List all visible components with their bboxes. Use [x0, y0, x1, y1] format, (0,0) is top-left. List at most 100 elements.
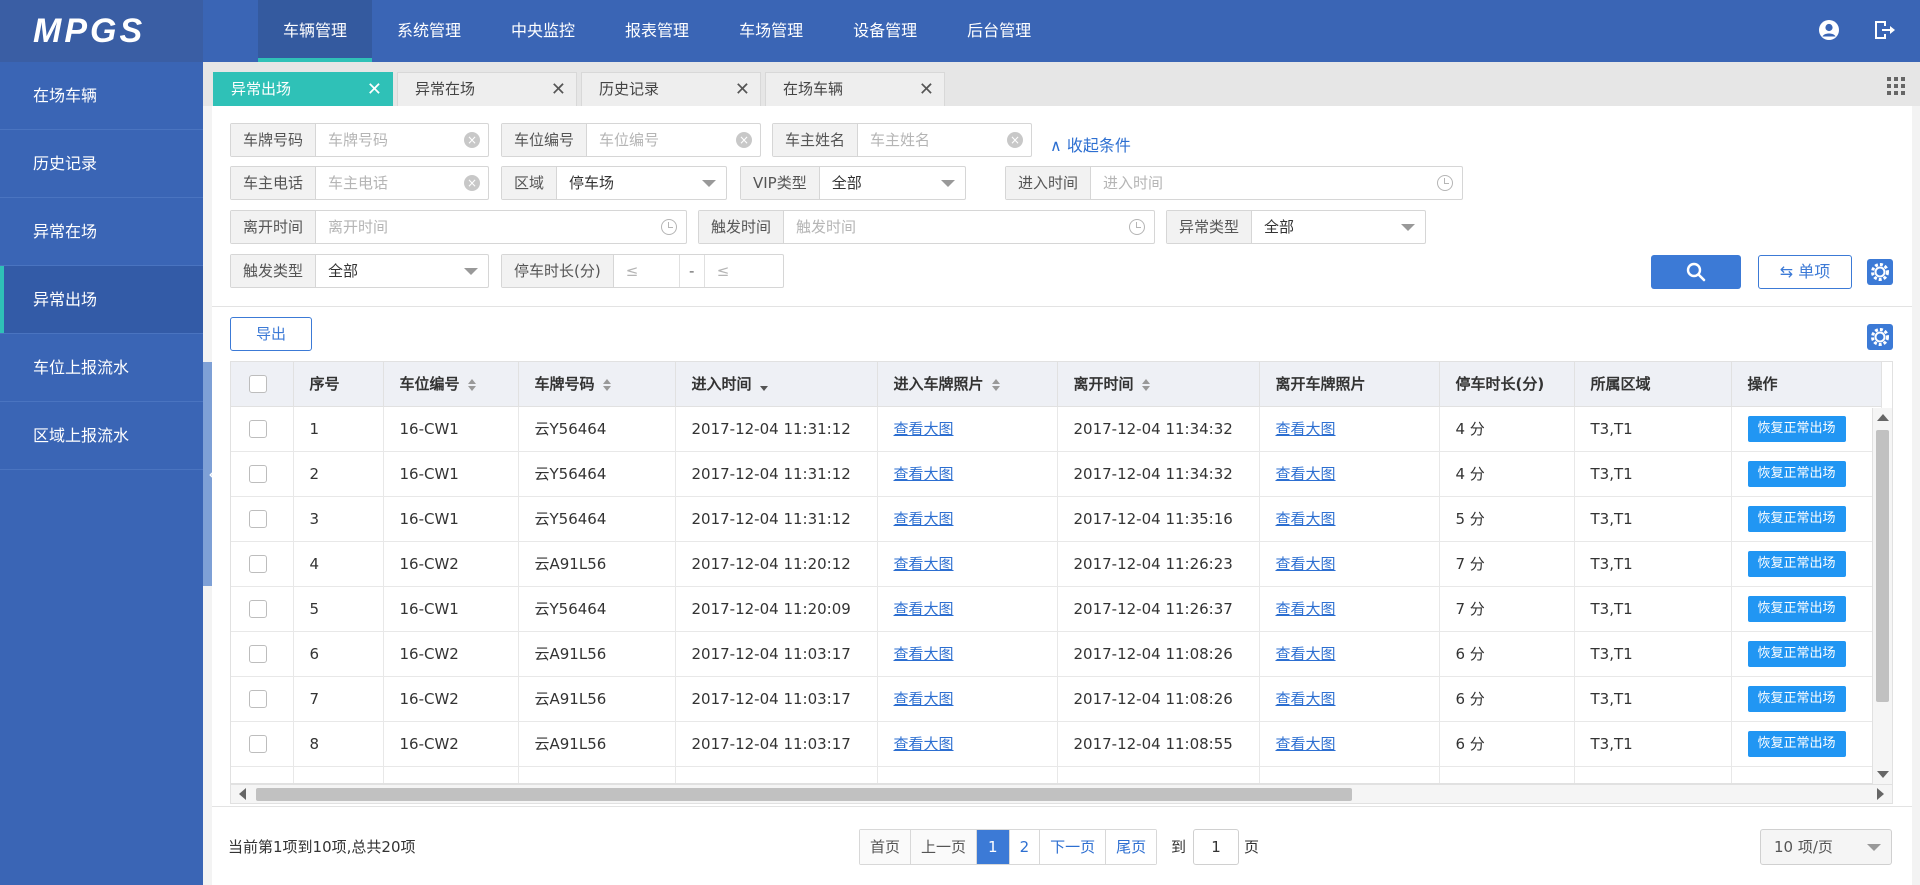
sort-icon[interactable]	[602, 378, 611, 391]
vertical-scrollbar[interactable]	[1872, 408, 1892, 784]
sidebar-item-abnormal-in[interactable]: 异常在场	[0, 198, 203, 266]
col-header[interactable]: 车位编号	[383, 362, 519, 407]
row-checkbox[interactable]	[249, 599, 267, 618]
view-photo-link[interactable]: 查看大图	[1276, 465, 1336, 483]
area-select[interactable]: 停车场	[557, 167, 726, 199]
close-icon[interactable]: ✕	[551, 73, 566, 106]
restore-exit-button[interactable]: 恢复正常出场	[1747, 685, 1846, 712]
row-checkbox[interactable]	[249, 419, 267, 438]
scroll-right-icon[interactable]	[1877, 788, 1884, 800]
scroll-up-icon[interactable]	[1877, 414, 1889, 421]
tab-in-lot[interactable]: 在场车辆 ✕	[765, 72, 945, 106]
entry-time-input[interactable]: 进入时间	[1091, 167, 1462, 199]
row-checkbox[interactable]	[249, 644, 267, 663]
nav-item-monitor[interactable]: 中央监控	[486, 0, 600, 62]
close-icon[interactable]: ✕	[735, 73, 750, 106]
plate-input[interactable]: 车牌号码	[316, 124, 488, 156]
view-photo-link[interactable]: 查看大图	[1276, 510, 1336, 528]
tab-abnormal-out[interactable]: 异常出场 ✕	[213, 72, 393, 106]
table-settings-button[interactable]	[1867, 324, 1893, 350]
trigger-type-select[interactable]: 全部	[316, 255, 488, 287]
restore-exit-button[interactable]: 恢复正常出场	[1747, 505, 1846, 532]
prev-page-button[interactable]: 上一页	[911, 830, 978, 864]
phone-input[interactable]: 车主电话	[316, 167, 488, 199]
clock-icon[interactable]	[1437, 175, 1453, 191]
col-header[interactable]: 进入时间	[675, 362, 878, 407]
view-photo-link[interactable]: 查看大图	[894, 465, 954, 483]
search-button[interactable]	[1651, 255, 1741, 289]
restore-exit-button[interactable]: 恢复正常出场	[1747, 415, 1846, 442]
view-photo-link[interactable]: 查看大图	[1276, 420, 1336, 438]
view-photo-link[interactable]: 查看大图	[894, 555, 954, 573]
view-photo-link[interactable]: 查看大图	[894, 510, 954, 528]
view-photo-link[interactable]: 查看大图	[1276, 645, 1336, 663]
col-header[interactable]: 车牌号码	[518, 362, 676, 407]
restore-exit-button[interactable]: 恢复正常出场	[1747, 640, 1846, 667]
scroll-thumb[interactable]	[256, 788, 1352, 801]
logout-icon[interactable]	[1872, 18, 1896, 42]
row-checkbox[interactable]	[249, 554, 267, 573]
horizontal-scrollbar[interactable]	[230, 784, 1893, 804]
view-photo-link[interactable]: 查看大图	[894, 690, 954, 708]
page-size-select[interactable]: 10 项/页	[1760, 829, 1892, 865]
nav-item-report[interactable]: 报表管理	[600, 0, 714, 62]
view-photo-link[interactable]: 查看大图	[1276, 555, 1336, 573]
row-checkbox[interactable]	[249, 509, 267, 528]
user-icon[interactable]	[1817, 18, 1841, 42]
sort-icon[interactable]	[991, 378, 1000, 391]
clear-icon[interactable]: ×	[736, 132, 752, 148]
scroll-thumb[interactable]	[1876, 430, 1889, 702]
next-page-button[interactable]: 下一页	[1040, 830, 1107, 864]
view-photo-link[interactable]: 查看大图	[1276, 690, 1336, 708]
col-header[interactable]: 离开时间	[1057, 362, 1260, 407]
grid-menu-icon[interactable]	[1886, 76, 1906, 96]
sidebar-item-in-lot[interactable]: 在场车辆	[0, 62, 203, 130]
exit-time-input[interactable]: 离开时间	[316, 211, 686, 243]
restore-exit-button[interactable]: 恢复正常出场	[1747, 730, 1846, 757]
nav-item-device[interactable]: 设备管理	[828, 0, 942, 62]
scroll-down-icon[interactable]	[1877, 771, 1889, 778]
nav-item-parking[interactable]: 车场管理	[714, 0, 828, 62]
sidebar-item-history[interactable]: 历史记录	[0, 130, 203, 198]
clock-icon[interactable]	[1129, 219, 1145, 235]
abnormal-type-select[interactable]: 全部	[1252, 211, 1425, 243]
view-photo-link[interactable]: 查看大图	[1276, 600, 1336, 618]
sort-icon[interactable]	[467, 378, 476, 391]
col-header[interactable]: 进入车牌照片	[877, 362, 1058, 407]
collapse-conditions-link[interactable]: ∧ 收起条件	[1050, 132, 1131, 156]
nav-item-system[interactable]: 系统管理	[372, 0, 486, 62]
view-photo-link[interactable]: 查看大图	[894, 735, 954, 753]
close-icon[interactable]: ✕	[919, 73, 934, 106]
clear-icon[interactable]: ×	[464, 132, 480, 148]
tab-history[interactable]: 历史记录 ✕	[581, 72, 761, 106]
row-checkbox[interactable]	[249, 464, 267, 483]
space-input[interactable]: 车位编号	[587, 124, 760, 156]
restore-exit-button[interactable]: 恢复正常出场	[1747, 550, 1846, 577]
page-2-button[interactable]: 2	[1009, 830, 1041, 864]
sort-icon[interactable]	[1141, 378, 1150, 391]
sidebar-item-area-report[interactable]: 区域上报流水	[0, 402, 203, 470]
trigger-time-input[interactable]: 触发时间	[784, 211, 1154, 243]
view-photo-link[interactable]: 查看大图	[1276, 735, 1336, 753]
sort-desc-icon[interactable]	[759, 379, 768, 391]
clear-icon[interactable]: ×	[1007, 132, 1023, 148]
scroll-left-icon[interactable]	[239, 788, 246, 800]
view-photo-link[interactable]: 查看大图	[894, 600, 954, 618]
sidebar-item-abnormal-out[interactable]: 异常出场	[0, 266, 203, 334]
select-all-checkbox[interactable]	[249, 375, 267, 393]
tab-abnormal-in[interactable]: 异常在场 ✕	[397, 72, 577, 106]
single-mode-button[interactable]: ⇆ 单项	[1758, 255, 1852, 289]
duration-max-input[interactable]: ≤	[703, 255, 770, 287]
view-photo-link[interactable]: 查看大图	[894, 645, 954, 663]
export-button[interactable]: 导出	[230, 317, 312, 351]
close-icon[interactable]: ✕	[367, 73, 382, 106]
row-checkbox[interactable]	[249, 689, 267, 708]
owner-input[interactable]: 车主姓名	[858, 124, 1031, 156]
clock-icon[interactable]	[661, 219, 677, 235]
first-page-button[interactable]: 首页	[860, 830, 912, 864]
view-photo-link[interactable]: 查看大图	[894, 420, 954, 438]
restore-exit-button[interactable]: 恢复正常出场	[1747, 460, 1846, 487]
nav-item-backend[interactable]: 后台管理	[942, 0, 1056, 62]
goto-page-input[interactable]: 1	[1193, 829, 1239, 865]
clear-icon[interactable]: ×	[464, 175, 480, 191]
